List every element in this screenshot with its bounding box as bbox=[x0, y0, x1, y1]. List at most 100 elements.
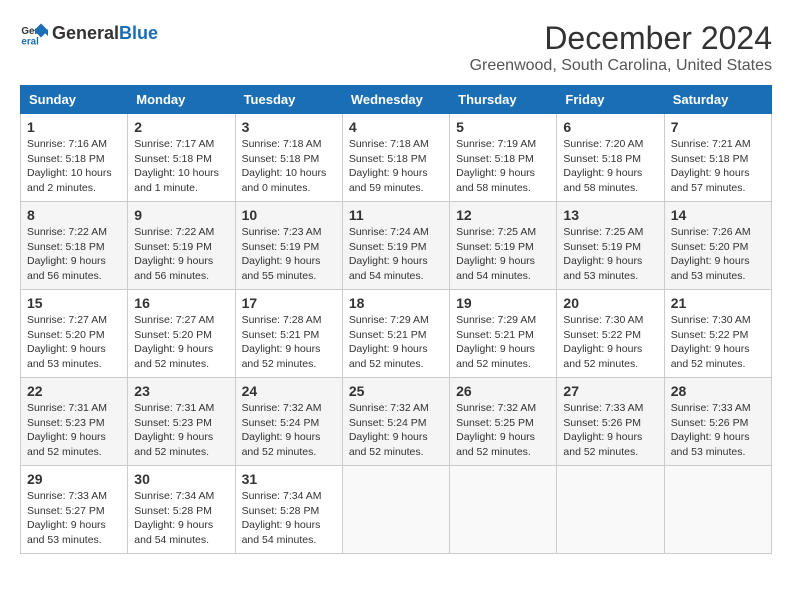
day-number: 1 bbox=[27, 119, 121, 135]
day-number: 20 bbox=[563, 295, 657, 311]
day-info: Sunrise: 7:33 AMSunset: 5:27 PMDaylight:… bbox=[27, 489, 121, 548]
day-number: 3 bbox=[242, 119, 336, 135]
calendar-cell: 20 Sunrise: 7:30 AMSunset: 5:22 PMDayligh… bbox=[557, 290, 664, 378]
day-info: Sunrise: 7:25 AMSunset: 5:19 PMDaylight:… bbox=[563, 225, 657, 284]
day-number: 26 bbox=[456, 383, 550, 399]
day-number: 5 bbox=[456, 119, 550, 135]
day-number: 30 bbox=[134, 471, 228, 487]
calendar-cell: 27Sunrise: 7:33 AMSunset: 5:26 PMDayligh… bbox=[557, 378, 664, 466]
calendar-cell: 26Sunrise: 7:32 AMSunset: 5:25 PMDayligh… bbox=[450, 378, 557, 466]
header-thursday: Thursday bbox=[450, 86, 557, 114]
calendar-cell: 23 Sunrise: 7:31 AMSunset: 5:23 PMDayligh… bbox=[128, 378, 235, 466]
day-info: Sunrise: 7:24 AMSunset: 5:19 PMDaylight:… bbox=[349, 225, 443, 284]
day-number: 13 bbox=[563, 207, 657, 223]
calendar-cell: 29 Sunrise: 7:33 AMSunset: 5:27 PMDayligh… bbox=[21, 466, 128, 554]
day-info: Sunrise: 7:20 AMSunset: 5:18 PMDaylight:… bbox=[563, 137, 657, 196]
day-info: Sunrise: 7:18 AMSunset: 5:18 PMDaylight:… bbox=[242, 137, 336, 196]
day-info: Sunrise: 7:22 AMSunset: 5:19 PMDaylight:… bbox=[134, 225, 228, 284]
calendar-week-2: 8Sunrise: 7:22 AMSunset: 5:18 PMDaylight… bbox=[21, 202, 772, 290]
day-number: 4 bbox=[349, 119, 443, 135]
day-number: 22 bbox=[27, 383, 121, 399]
day-number: 15 bbox=[27, 295, 121, 311]
calendar-cell: 5Sunrise: 7:19 AMSunset: 5:18 PMDaylight… bbox=[450, 114, 557, 202]
header-friday: Friday bbox=[557, 86, 664, 114]
calendar-cell: 3 Sunrise: 7:18 AMSunset: 5:18 PMDaylight… bbox=[235, 114, 342, 202]
day-info: Sunrise: 7:27 AMSunset: 5:20 PMDaylight:… bbox=[134, 313, 228, 372]
day-info: Sunrise: 7:34 AMSunset: 5:28 PMDaylight:… bbox=[242, 489, 336, 548]
day-info: Sunrise: 7:31 AMSunset: 5:23 PMDaylight:… bbox=[27, 401, 121, 460]
calendar-cell: 8Sunrise: 7:22 AMSunset: 5:18 PMDaylight… bbox=[21, 202, 128, 290]
calendar-cell: 9 Sunrise: 7:22 AMSunset: 5:19 PMDaylight… bbox=[128, 202, 235, 290]
header-tuesday: Tuesday bbox=[235, 86, 342, 114]
day-info: Sunrise: 7:31 AMSunset: 5:23 PMDaylight:… bbox=[134, 401, 228, 460]
calendar-cell: 28 Sunrise: 7:33 AMSunset: 5:26 PMDayligh… bbox=[664, 378, 771, 466]
calendar-cell bbox=[342, 466, 449, 554]
calendar-cell: 21Sunrise: 7:30 AMSunset: 5:22 PMDayligh… bbox=[664, 290, 771, 378]
day-number: 28 bbox=[671, 383, 765, 399]
calendar-cell bbox=[450, 466, 557, 554]
header-saturday: Saturday bbox=[664, 86, 771, 114]
logo: Gen eral GeneralBlue bbox=[20, 20, 158, 48]
day-info: Sunrise: 7:33 AMSunset: 5:26 PMDaylight:… bbox=[563, 401, 657, 460]
header-sunday: Sunday bbox=[21, 86, 128, 114]
day-number: 17 bbox=[242, 295, 336, 311]
month-title: December 2024 bbox=[470, 20, 772, 57]
day-info: Sunrise: 7:32 AMSunset: 5:24 PMDaylight:… bbox=[349, 401, 443, 460]
day-info: Sunrise: 7:29 AMSunset: 5:21 PMDaylight:… bbox=[349, 313, 443, 372]
day-number: 31 bbox=[242, 471, 336, 487]
calendar-cell: 6 Sunrise: 7:20 AMSunset: 5:18 PMDaylight… bbox=[557, 114, 664, 202]
header-monday: Monday bbox=[128, 86, 235, 114]
calendar-cell bbox=[557, 466, 664, 554]
calendar-cell: 2 Sunrise: 7:17 AMSunset: 5:18 PMDaylight… bbox=[128, 114, 235, 202]
day-number: 23 bbox=[134, 383, 228, 399]
day-info: Sunrise: 7:29 AMSunset: 5:21 PMDaylight:… bbox=[456, 313, 550, 372]
calendar-cell: 12 Sunrise: 7:25 AMSunset: 5:19 PMDayligh… bbox=[450, 202, 557, 290]
day-info: Sunrise: 7:28 AMSunset: 5:21 PMDaylight:… bbox=[242, 313, 336, 372]
calendar-cell: 19 Sunrise: 7:29 AMSunset: 5:21 PMDayligh… bbox=[450, 290, 557, 378]
day-info: Sunrise: 7:16 AMSunset: 5:18 PMDaylight:… bbox=[27, 137, 121, 196]
day-info: Sunrise: 7:25 AMSunset: 5:19 PMDaylight:… bbox=[456, 225, 550, 284]
calendar-week-3: 15 Sunrise: 7:27 AMSunset: 5:20 PMDayligh… bbox=[21, 290, 772, 378]
logo-text: GeneralBlue bbox=[52, 23, 158, 45]
day-info: Sunrise: 7:32 AMSunset: 5:24 PMDaylight:… bbox=[242, 401, 336, 460]
calendar-cell: 22 Sunrise: 7:31 AMSunset: 5:23 PMDayligh… bbox=[21, 378, 128, 466]
day-info: Sunrise: 7:23 AMSunset: 5:19 PMDaylight:… bbox=[242, 225, 336, 284]
day-number: 18 bbox=[349, 295, 443, 311]
day-info: Sunrise: 7:30 AMSunset: 5:22 PMDaylight:… bbox=[563, 313, 657, 372]
day-number: 25 bbox=[349, 383, 443, 399]
calendar-header-row: SundayMondayTuesdayWednesdayThursdayFrid… bbox=[21, 86, 772, 114]
calendar-cell: 14Sunrise: 7:26 AMSunset: 5:20 PMDayligh… bbox=[664, 202, 771, 290]
calendar-cell: 4Sunrise: 7:18 AMSunset: 5:18 PMDaylight… bbox=[342, 114, 449, 202]
calendar-week-4: 22 Sunrise: 7:31 AMSunset: 5:23 PMDayligh… bbox=[21, 378, 772, 466]
calendar-cell: 30Sunrise: 7:34 AMSunset: 5:28 PMDayligh… bbox=[128, 466, 235, 554]
day-number: 24 bbox=[242, 383, 336, 399]
day-info: Sunrise: 7:17 AMSunset: 5:18 PMDaylight:… bbox=[134, 137, 228, 196]
day-number: 21 bbox=[671, 295, 765, 311]
day-info: Sunrise: 7:22 AMSunset: 5:18 PMDaylight:… bbox=[27, 225, 121, 284]
logo-icon: Gen eral bbox=[20, 20, 48, 48]
svg-text:eral: eral bbox=[21, 37, 39, 48]
calendar-cell: 25 Sunrise: 7:32 AMSunset: 5:24 PMDayligh… bbox=[342, 378, 449, 466]
calendar-cell bbox=[664, 466, 771, 554]
calendar-week-1: 1 Sunrise: 7:16 AMSunset: 5:18 PMDaylight… bbox=[21, 114, 772, 202]
header-wednesday: Wednesday bbox=[342, 86, 449, 114]
calendar-table: SundayMondayTuesdayWednesdayThursdayFrid… bbox=[20, 85, 772, 554]
day-info: Sunrise: 7:33 AMSunset: 5:26 PMDaylight:… bbox=[671, 401, 765, 460]
calendar-cell: 16Sunrise: 7:27 AMSunset: 5:20 PMDayligh… bbox=[128, 290, 235, 378]
title-area: December 2024 Greenwood, South Carolina,… bbox=[470, 20, 772, 75]
calendar-cell: 15 Sunrise: 7:27 AMSunset: 5:20 PMDayligh… bbox=[21, 290, 128, 378]
day-number: 29 bbox=[27, 471, 121, 487]
day-number: 19 bbox=[456, 295, 550, 311]
calendar-cell: 1 Sunrise: 7:16 AMSunset: 5:18 PMDaylight… bbox=[21, 114, 128, 202]
calendar-cell: 11Sunrise: 7:24 AMSunset: 5:19 PMDayligh… bbox=[342, 202, 449, 290]
day-number: 2 bbox=[134, 119, 228, 135]
day-info: Sunrise: 7:26 AMSunset: 5:20 PMDaylight:… bbox=[671, 225, 765, 284]
calendar-cell: 10 Sunrise: 7:23 AMSunset: 5:19 PMDayligh… bbox=[235, 202, 342, 290]
day-number: 9 bbox=[134, 207, 228, 223]
calendar-cell: 13 Sunrise: 7:25 AMSunset: 5:19 PMDayligh… bbox=[557, 202, 664, 290]
day-number: 6 bbox=[563, 119, 657, 135]
day-number: 10 bbox=[242, 207, 336, 223]
calendar-cell: 24 Sunrise: 7:32 AMSunset: 5:24 PMDayligh… bbox=[235, 378, 342, 466]
day-number: 12 bbox=[456, 207, 550, 223]
day-info: Sunrise: 7:27 AMSunset: 5:20 PMDaylight:… bbox=[27, 313, 121, 372]
